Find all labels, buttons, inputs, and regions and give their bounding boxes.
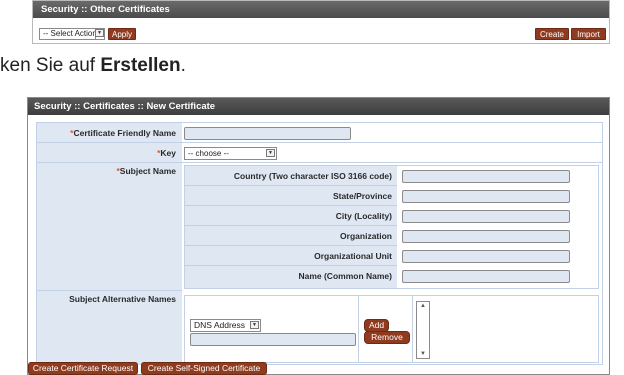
create-self-signed-certificate-button[interactable]: Create Self-Signed Certificate <box>141 362 267 375</box>
organizational-unit-input[interactable] <box>402 250 570 263</box>
friendly-name-label: *Certificate Friendly Name <box>70 128 176 138</box>
instruction-suffix: . <box>180 55 186 76</box>
san-divider <box>412 296 413 362</box>
instruction-prefix: ken Sie auf <box>0 55 101 76</box>
remove-button[interactable]: Remove <box>364 331 410 344</box>
subject-label-cell: Organizational Unit <box>185 246 397 266</box>
subject-label-cell: Country (Two character ISO 3166 code) <box>185 166 397 186</box>
apply-button[interactable]: Apply <box>108 28 136 40</box>
san-label-cell: Subject Alternative Names <box>37 291 182 365</box>
organization-label: Organization <box>340 231 392 241</box>
other-certificates-panel: Security :: Other Certificates -- Select… <box>32 0 610 44</box>
country-label: Country (Two character ISO 3166 code) <box>233 171 392 181</box>
new-certificate-panel: Security :: Certificates :: New Certific… <box>27 97 610 375</box>
create-button[interactable]: Create <box>535 28 569 40</box>
state-label: State/Province <box>332 191 392 201</box>
friendly-name-input[interactable] <box>184 127 351 140</box>
subject-label-cell: State/Province <box>185 186 397 206</box>
subject-name-label-cell: *Subject Name <box>37 163 182 291</box>
san-divider <box>358 296 359 362</box>
key-select[interactable]: -- choose -- ▼ <box>184 147 277 160</box>
city-input[interactable] <box>402 210 570 223</box>
create-certificate-request-button[interactable]: Create Certificate Request <box>28 362 138 375</box>
san-type-value: DNS Address <box>194 320 246 330</box>
scroll-up-icon[interactable]: ▲ <box>420 303 426 309</box>
subject-name-label: *Subject Name <box>116 166 176 176</box>
subject-label-cell: Organization <box>185 226 397 246</box>
key-label-cell: *Key <box>37 143 182 163</box>
subject-label-cell: City (Locality) <box>185 206 397 226</box>
key-label: *Key <box>157 148 176 158</box>
select-action-toggle[interactable]: ▼ <box>95 28 105 40</box>
certificate-form: *Certificate Friendly Name *Key -- choos… <box>36 122 603 365</box>
instruction-bold: Erstellen <box>100 55 181 76</box>
common-name-input[interactable] <box>402 270 570 283</box>
country-input[interactable] <box>402 170 570 183</box>
key-select-value: -- choose -- <box>188 149 229 158</box>
row-divider <box>182 142 602 143</box>
organization-input[interactable] <box>402 230 570 243</box>
friendly-name-label-cell: *Certificate Friendly Name <box>37 123 182 143</box>
subject-label-cell: Name (Common Name) <box>185 266 397 288</box>
san-editor: DNS Address ▼ Add Remove ▲ ▼ <box>184 295 599 363</box>
instruction-text: ken Sie auf Erstellen. <box>0 55 186 77</box>
subject-name-table: Country (Two character ISO 3166 code) St… <box>184 165 599 289</box>
select-action-dropdown[interactable]: -- Select Action -- <box>39 28 104 40</box>
san-value-input[interactable] <box>190 333 356 346</box>
city-label: City (Locality) <box>335 211 392 221</box>
panel-title: Security :: Other Certificates <box>33 1 609 18</box>
chevron-down-icon: ▼ <box>266 149 275 157</box>
common-name-label: Name (Common Name) <box>298 271 392 281</box>
panel-title: Security :: Certificates :: New Certific… <box>28 98 609 115</box>
row-divider <box>182 162 602 163</box>
state-input[interactable] <box>402 190 570 203</box>
san-list[interactable]: ▲ ▼ <box>416 301 430 359</box>
san-type-select[interactable]: DNS Address ▼ <box>190 319 261 332</box>
scroll-down-icon[interactable]: ▼ <box>420 351 426 357</box>
organizational-unit-label: Organizational Unit <box>314 251 392 261</box>
chevron-down-icon: ▼ <box>95 29 104 37</box>
chevron-down-icon: ▼ <box>250 321 259 329</box>
san-label: Subject Alternative Names <box>69 294 176 304</box>
import-button[interactable]: Import <box>571 28 606 40</box>
